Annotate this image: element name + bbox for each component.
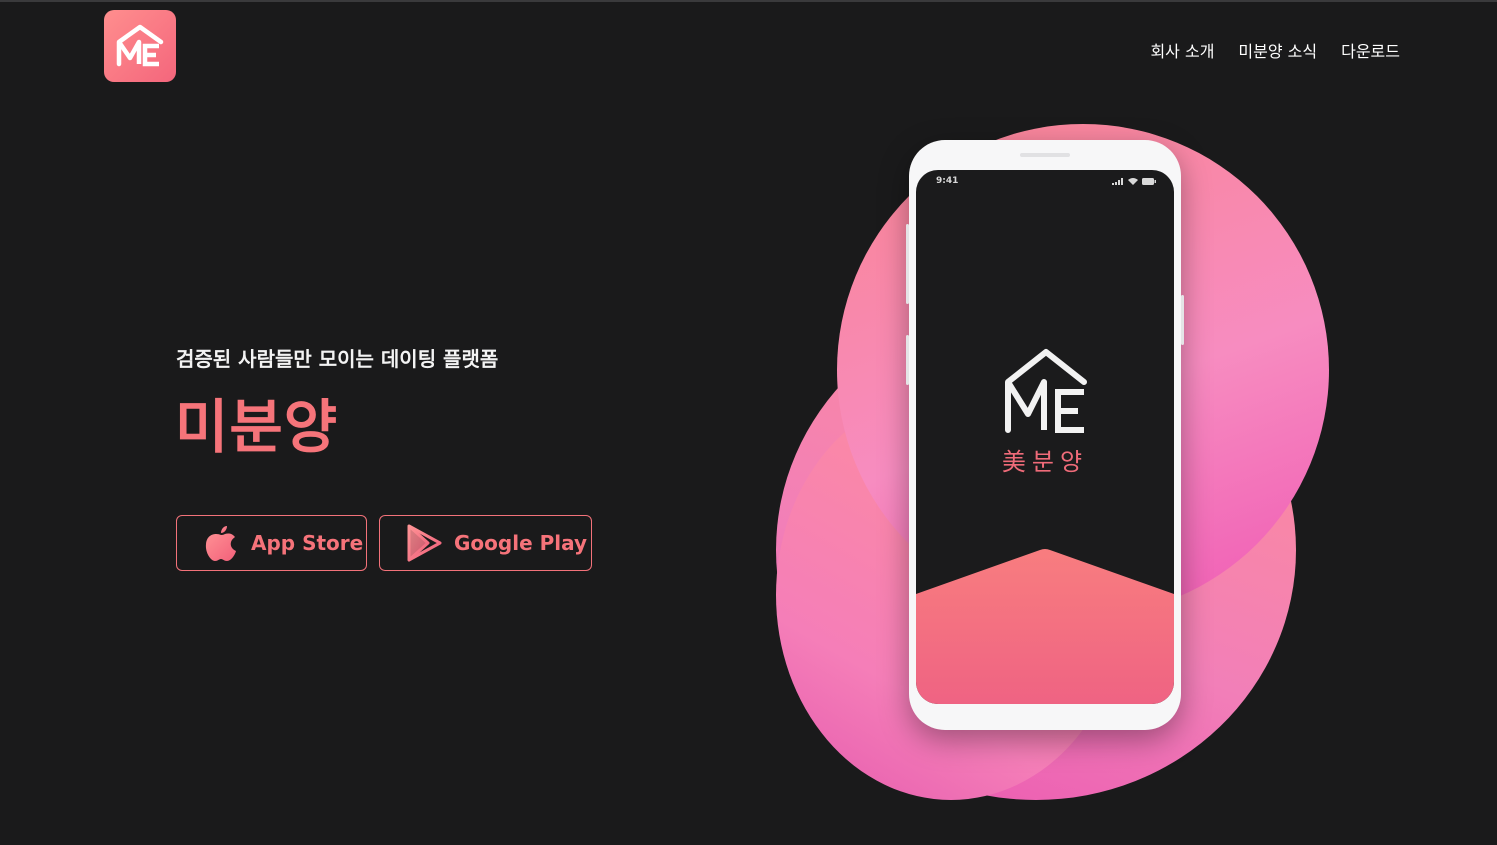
signal-icon — [1112, 178, 1123, 185]
status-time: 9:41 — [936, 176, 959, 186]
app-store-button[interactable]: App Store — [176, 515, 367, 571]
google-play-button[interactable]: Google Play — [379, 515, 592, 571]
nav-link-download[interactable]: 다운로드 — [1341, 38, 1400, 62]
phone-power-button — [1181, 295, 1184, 345]
screen-brand-text: 美분양 — [1001, 448, 1089, 476]
main-nav: 회사 소개 미분양 소식 다운로드 — [1150, 38, 1400, 62]
top-divider — [0, 0, 1497, 2]
hero-title: 미분양 — [175, 393, 339, 461]
apple-icon — [205, 526, 236, 561]
me-house-logo-icon — [1005, 349, 1087, 433]
phone-speaker — [1020, 153, 1070, 157]
hero-illustration: 9:41 美분양 — [760, 110, 1360, 810]
phone-screen: 9:41 美분양 — [916, 170, 1174, 704]
app-store-label: App Store — [251, 531, 364, 555]
phone-mockup: 9:41 美분양 — [906, 140, 1184, 730]
battery-icon — [1142, 178, 1156, 185]
me-house-logo-icon — [116, 24, 164, 67]
phone-volume-button — [906, 224, 909, 304]
nav-link-company[interactable]: 회사 소개 — [1150, 38, 1214, 62]
screen-bottom-panel — [916, 549, 1174, 704]
google-play-label: Google Play — [454, 531, 588, 555]
phone-side-button — [906, 335, 909, 385]
phone-status-bar: 9:41 — [916, 176, 1174, 190]
site-logo[interactable] — [104, 10, 176, 82]
nav-link-news[interactable]: 미분양 소식 — [1238, 38, 1317, 62]
hero-tagline: 검증된 사람들만 모이는 데이팅 플랫폼 — [176, 347, 499, 371]
google-play-icon — [407, 524, 442, 562]
wifi-icon — [1128, 178, 1138, 185]
